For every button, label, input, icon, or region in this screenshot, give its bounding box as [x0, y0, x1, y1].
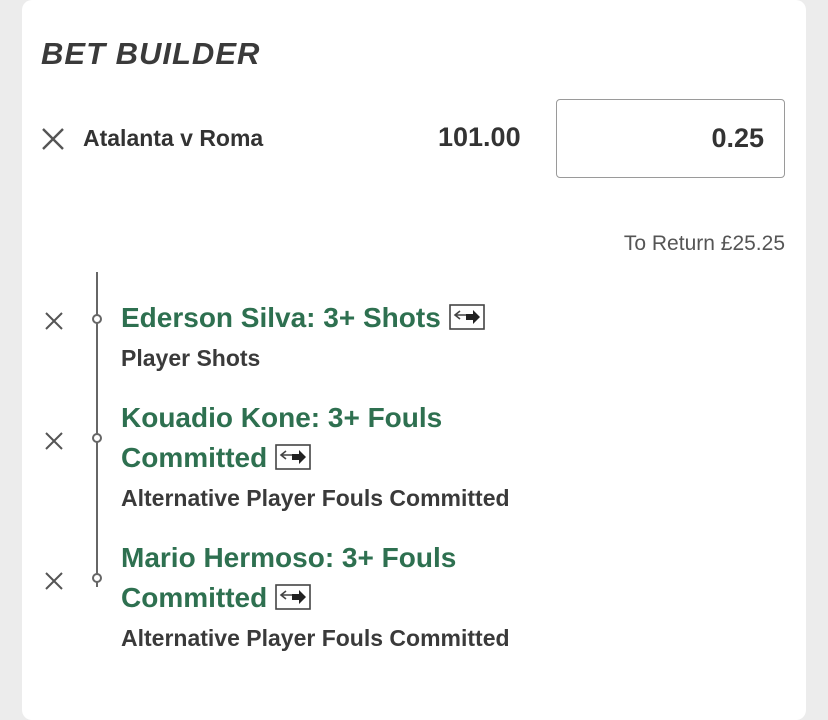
- swap-icon[interactable]: [275, 584, 312, 610]
- selection-title[interactable]: Mario Hermoso: 3+ Fouls Committed: [121, 538, 541, 618]
- timeline-dot: [92, 314, 102, 324]
- selection-title[interactable]: Kouadio Kone: 3+ Fouls Committed: [121, 398, 541, 478]
- selection-market: Alternative Player Fouls Committed: [121, 625, 510, 651]
- page-title: BET BUILDER: [41, 36, 261, 71]
- stake-field[interactable]: [556, 99, 785, 178]
- selection-market: Player Shots: [121, 345, 261, 371]
- timeline-dot: [92, 433, 102, 443]
- selection-title[interactable]: Ederson Silva: 3+ Shots: [121, 298, 541, 338]
- selection-name: Ederson Silva: 3+ Shots: [121, 302, 441, 333]
- remove-bet-button[interactable]: [40, 126, 66, 152]
- to-return-label: To Return: [623, 232, 715, 255]
- remove-selection-button[interactable]: [41, 308, 67, 334]
- close-icon: [45, 572, 63, 590]
- close-icon: [42, 128, 64, 150]
- stake-input[interactable]: [557, 100, 784, 177]
- to-return-value: £25.25: [720, 232, 785, 255]
- remove-selection-button[interactable]: [41, 568, 67, 594]
- timeline-dot: [92, 573, 102, 583]
- bet-builder-card: BET BUILDER Atalanta v Roma 101.00 To Re…: [22, 0, 806, 720]
- close-icon: [45, 312, 63, 330]
- event-name: Atalanta v Roma: [83, 125, 264, 151]
- close-icon: [45, 432, 63, 450]
- selection-market: Alternative Player Fouls Committed: [121, 485, 510, 511]
- remove-selection-button[interactable]: [41, 428, 67, 454]
- swap-icon[interactable]: [275, 444, 312, 470]
- swap-icon[interactable]: [448, 304, 485, 330]
- bet-odds: 101.00: [438, 122, 521, 152]
- to-return: To Return £25.25: [624, 232, 785, 256]
